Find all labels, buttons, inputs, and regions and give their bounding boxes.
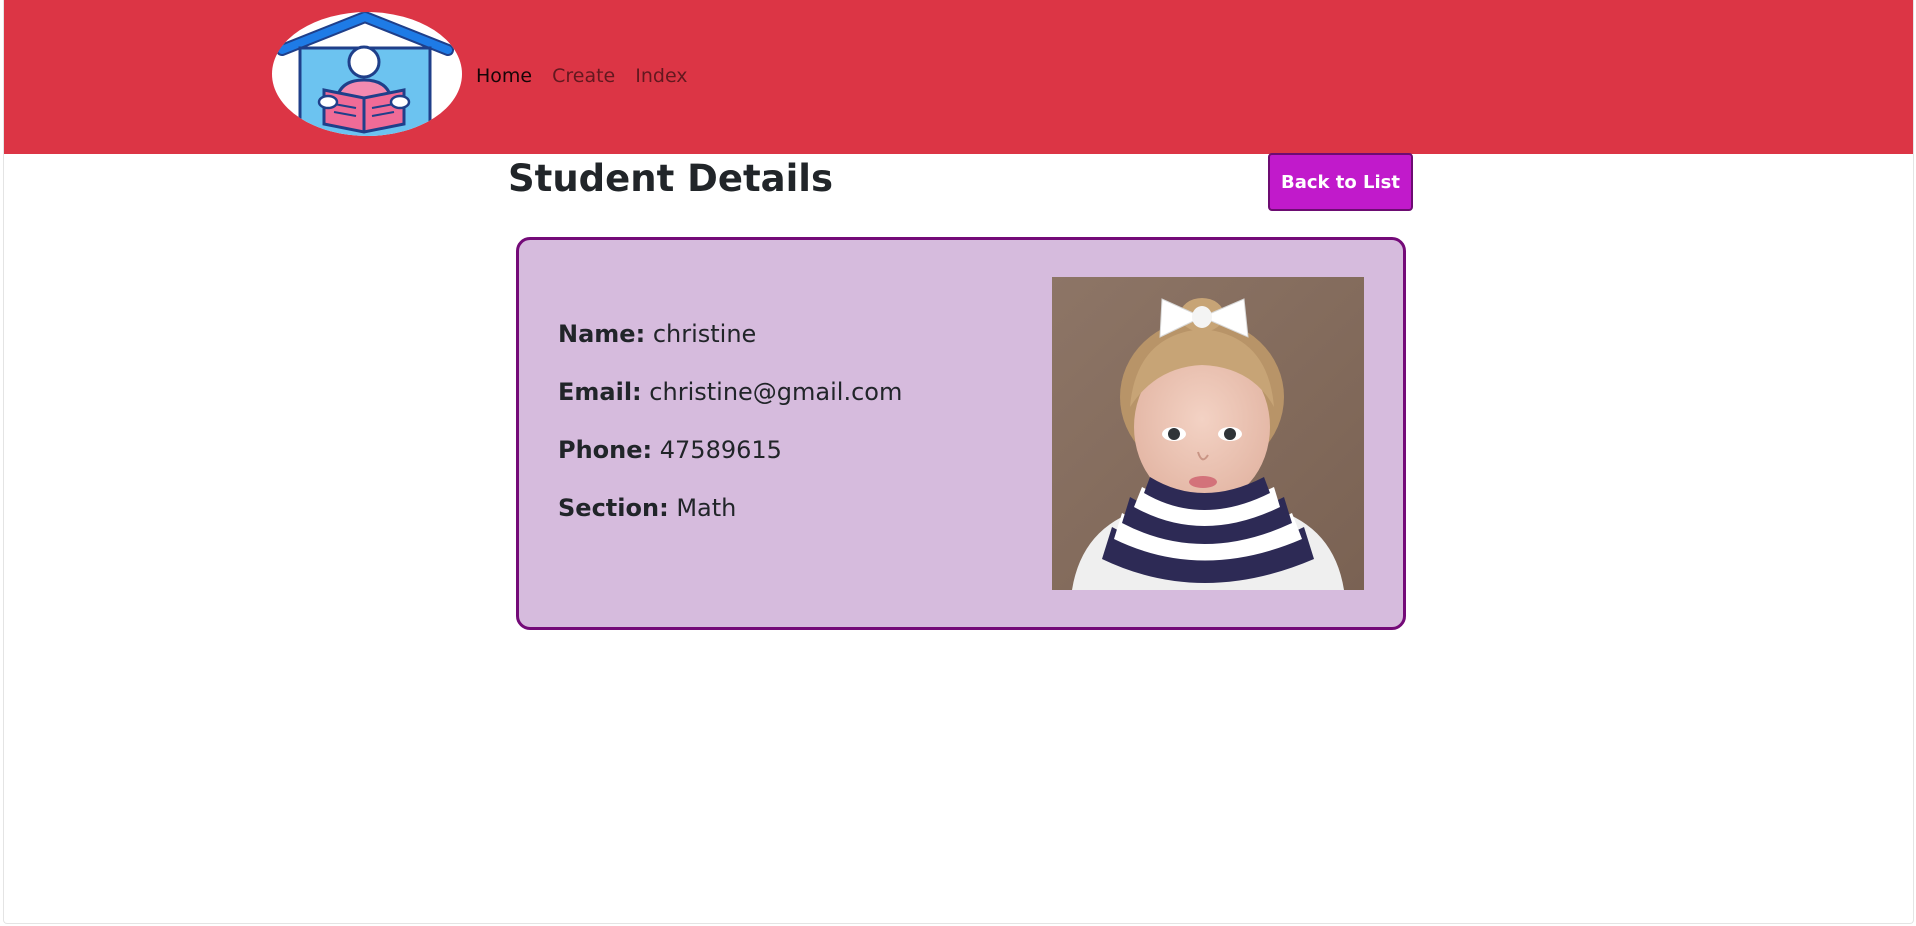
- back-to-list-button[interactable]: Back to List: [1268, 153, 1413, 211]
- nav-links: Home Create Index: [476, 62, 698, 90]
- navbar: Home Create Index: [4, 0, 1913, 154]
- page-title: Student Details: [508, 157, 834, 200]
- student-details-list: Name: christine Email: christine@gmail.c…: [558, 317, 902, 549]
- detail-value: christine: [652, 320, 757, 348]
- detail-row-section: Section: Math: [558, 491, 902, 525]
- nav-link-index[interactable]: Index: [625, 62, 697, 90]
- page-frame: Home Create Index Student Details Back t…: [3, 0, 1914, 924]
- nav-link-create[interactable]: Create: [542, 62, 625, 90]
- detail-label: Email:: [558, 378, 642, 406]
- detail-value: 47589615: [659, 436, 782, 464]
- nav-link-home[interactable]: Home: [476, 62, 542, 90]
- house-reader-icon: [276, 12, 454, 136]
- student-portrait-image: [1052, 277, 1364, 590]
- detail-row-phone: Phone: 47589615: [558, 433, 902, 467]
- detail-label: Phone:: [558, 436, 653, 464]
- detail-value: Math: [676, 494, 737, 522]
- detail-row-name: Name: christine: [558, 317, 902, 351]
- detail-row-email: Email: christine@gmail.com: [558, 375, 902, 409]
- student-photo: [1052, 277, 1364, 590]
- detail-label: Name:: [558, 320, 646, 348]
- student-details-card: Name: christine Email: christine@gmail.c…: [516, 237, 1406, 630]
- detail-label: Section:: [558, 494, 669, 522]
- site-logo[interactable]: [272, 12, 462, 136]
- detail-value: christine@gmail.com: [649, 378, 903, 406]
